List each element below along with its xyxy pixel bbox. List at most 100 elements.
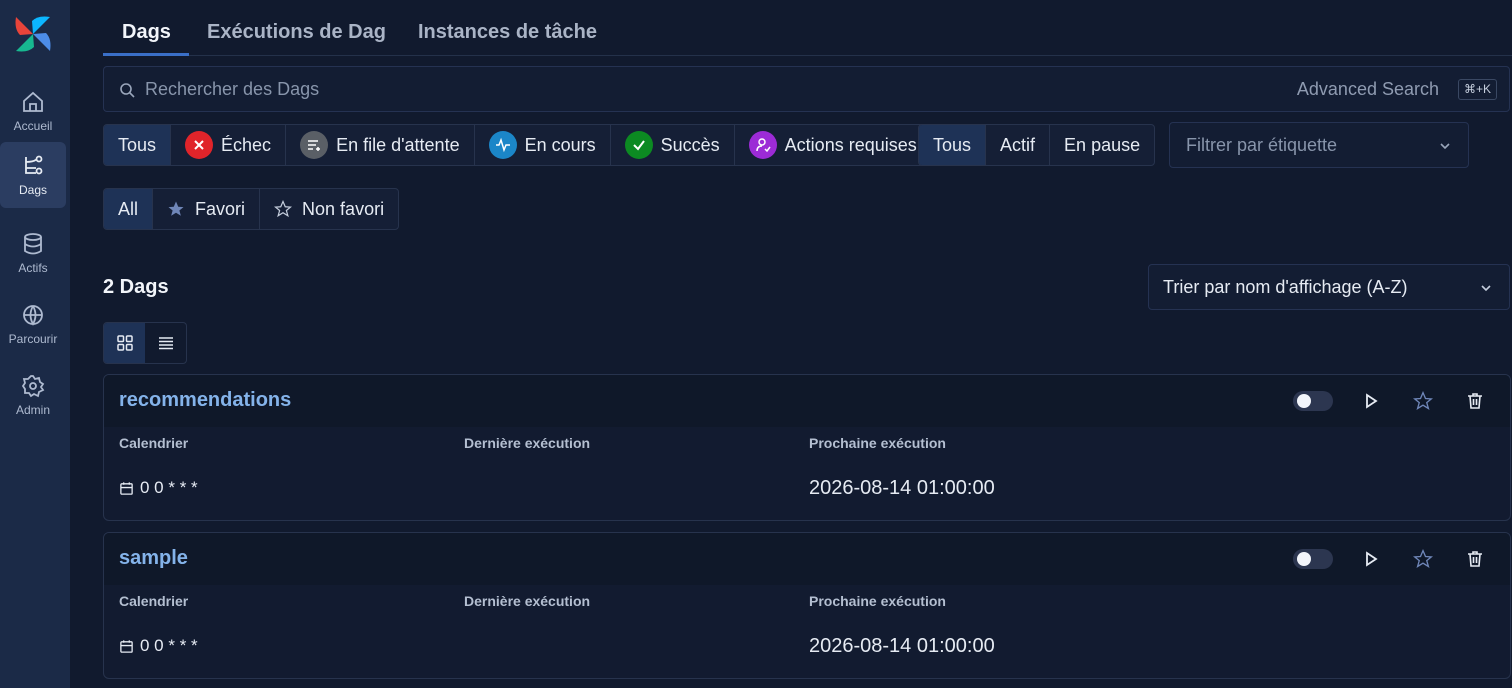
nav-home[interactable]: Accueil [0, 78, 66, 144]
favorite-filter-group: All Favori Non favori [103, 188, 400, 230]
list-view-button[interactable] [145, 323, 186, 363]
state-filter-all[interactable]: Tous [104, 125, 172, 165]
trigger-dag-button[interactable] [1359, 547, 1383, 571]
favorite-filter-favorite[interactable]: Favori [153, 189, 261, 229]
sidebar: Accueil Dags Actifs Parcourir Admin [0, 0, 70, 688]
search-input[interactable] [145, 67, 1045, 111]
trigger-dag-button[interactable] [1359, 389, 1383, 413]
next-run-column-label: Prochaine exécution [809, 593, 946, 609]
heartbeat-icon [488, 131, 517, 159]
state-filter-action-required[interactable]: Actions requises [735, 125, 931, 165]
favorite-filter-not-favorite-label: Non favori [302, 198, 385, 219]
chevron-down-icon [1481, 285, 1491, 292]
star-outline-icon [1413, 549, 1433, 568]
tab-dag-runs[interactable]: Exécutions de Dag [207, 21, 386, 44]
star-outline-icon [1413, 391, 1433, 410]
grid-icon [116, 335, 133, 351]
check-icon [624, 131, 653, 159]
favorite-button[interactable] [1411, 389, 1435, 413]
state-filter-queued-label: En file d'attente [336, 134, 460, 155]
pause-toggle[interactable] [1293, 391, 1333, 411]
sort-select[interactable]: Trier par nom d'affichage (A-Z) [1148, 264, 1510, 310]
top-tabs: Dags Exécutions de Dag Instances de tâch… [103, 0, 1512, 56]
sort-select-value: Trier par nom d'affichage (A-Z) [1163, 277, 1408, 297]
calendar-icon [120, 639, 133, 653]
tab-dags[interactable]: Dags [122, 21, 171, 44]
dag-card-header: sample [104, 533, 1510, 585]
state-filter-running[interactable]: En cours [475, 125, 611, 165]
gear-icon [21, 374, 45, 397]
user-action-icon [748, 131, 777, 159]
airflow-logo-icon[interactable] [12, 13, 54, 55]
pause-filter-paused[interactable]: En pause [1050, 125, 1154, 165]
home-icon [23, 91, 43, 112]
state-filter-running-label: En cours [524, 134, 596, 155]
search-bar: Advanced Search ⌘+K [103, 66, 1510, 112]
star-filled-icon [168, 201, 184, 216]
favorite-filter-not-favorite[interactable]: Non favori [260, 189, 398, 229]
schedule-column-label: Calendrier [119, 593, 189, 609]
nav-admin[interactable]: Admin [0, 362, 66, 428]
schedule-column-label: Calendrier [119, 435, 189, 451]
state-filter-success-label: Succès [660, 134, 720, 155]
play-icon [1366, 393, 1378, 409]
pause-filter-active[interactable]: Actif [986, 125, 1051, 165]
dag-card: sample Calendrier Dernière exécution Pro… [103, 532, 1511, 679]
dag-count: 2 Dags [103, 276, 169, 298]
nav-admin-label: Admin [15, 402, 50, 417]
tag-filter-placeholder: Filtrer par étiquette [1186, 135, 1338, 155]
pause-toggle[interactable] [1293, 549, 1333, 569]
dag-name-link[interactable]: sample [119, 547, 188, 570]
dag-card-header: recommendations [104, 375, 1510, 427]
dag-schedule: 0 0 * * * [119, 478, 198, 498]
card-view-button[interactable] [104, 323, 145, 363]
x-icon [185, 131, 214, 159]
favorite-button[interactable] [1411, 547, 1435, 571]
chevron-down-icon [1440, 143, 1450, 150]
nav-assets[interactable]: Actifs [0, 220, 66, 286]
dag-name-link[interactable]: recommendations [119, 389, 291, 412]
advanced-search-link[interactable]: Advanced Search [1297, 79, 1439, 100]
globe-icon [23, 304, 43, 326]
star-outline-icon [274, 200, 293, 218]
state-filter-queued[interactable]: En file d'attente [286, 125, 475, 165]
tab-task-instances[interactable]: Instances de tâche [418, 21, 597, 44]
next-run-column-label: Prochaine exécution [809, 435, 946, 451]
favorite-filter-all[interactable]: All [104, 189, 154, 229]
state-filter-all-label: Tous [118, 134, 157, 155]
list-icon [158, 337, 173, 350]
pause-filter-active-label: Actif [1000, 134, 1036, 155]
view-toggle [103, 322, 187, 364]
dag-next-run: 2026-08-14 01:00:00 [809, 477, 995, 499]
dags-icon [25, 155, 43, 174]
dag-schedule: 0 0 * * * [119, 636, 198, 656]
dag-next-run: 2026-08-14 01:00:00 [809, 635, 995, 657]
pause-filter-group: Tous Actif En pause [918, 124, 1156, 166]
last-run-column-label: Dernière exécution [464, 593, 591, 609]
trash-icon [1468, 551, 1482, 567]
delete-dag-button[interactable] [1463, 389, 1487, 413]
search-shortcut-badge: ⌘+K [1457, 79, 1497, 100]
state-filter-failed[interactable]: Échec [171, 125, 287, 165]
state-filter-success[interactable]: Succès [611, 125, 735, 165]
delete-dag-button[interactable] [1463, 547, 1487, 571]
nav-dags-label: Dags [18, 182, 47, 197]
favorite-filter-favorite-label: Favori [195, 198, 246, 219]
trash-icon [1468, 393, 1482, 409]
pause-filter-all[interactable]: Tous [919, 125, 987, 165]
database-icon [24, 232, 42, 254]
tag-filter-select[interactable]: Filtrer par étiquette [1169, 122, 1469, 168]
nav-dags[interactable]: Dags [0, 142, 66, 208]
last-run-column-label: Dernière exécution [464, 435, 591, 451]
nav-assets-label: Actifs [18, 260, 48, 275]
dag-schedule-value: 0 0 * * * [140, 478, 198, 497]
nav-browse[interactable]: Parcourir [0, 291, 66, 357]
state-filter-action-required-label: Actions requises [784, 134, 917, 155]
search-icon [120, 83, 135, 98]
queue-icon [300, 131, 329, 159]
play-icon [1366, 551, 1378, 567]
favorite-filter-all-label: All [118, 198, 139, 219]
state-filter-failed-label: Échec [221, 134, 272, 155]
nav-home-label: Accueil [13, 118, 53, 133]
calendar-icon [120, 481, 133, 495]
